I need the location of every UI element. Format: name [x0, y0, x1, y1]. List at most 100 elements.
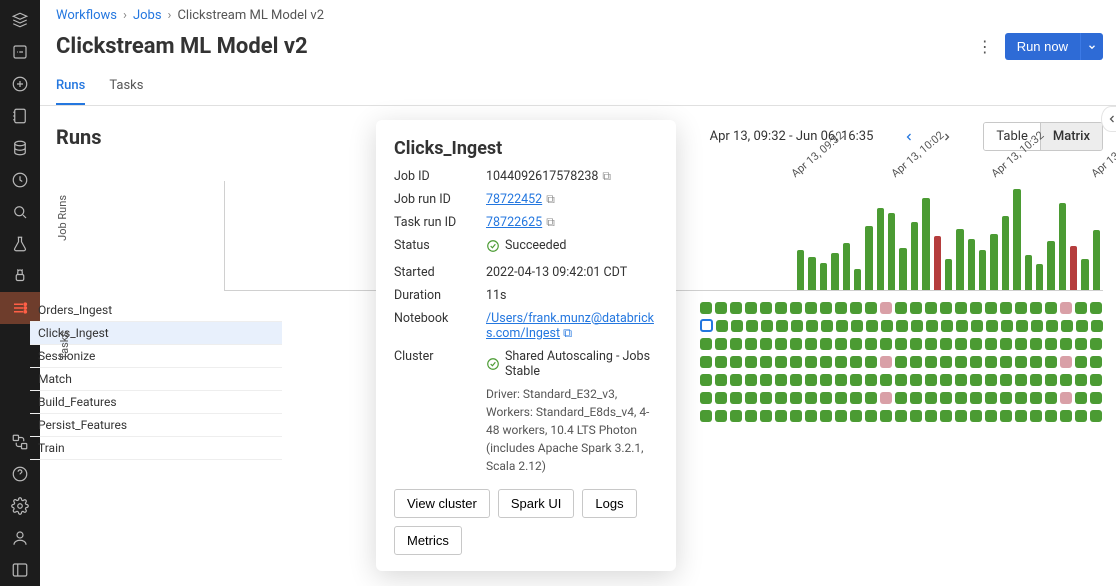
- view-cluster-button[interactable]: View cluster: [394, 489, 490, 518]
- matrix-cell[interactable]: [1016, 320, 1028, 332]
- run-bar[interactable]: [1070, 246, 1077, 290]
- copy-icon[interactable]: ⧉: [546, 192, 555, 206]
- matrix-cell[interactable]: [745, 302, 757, 314]
- matrix-cell[interactable]: [1060, 356, 1072, 368]
- run-bar[interactable]: [797, 250, 804, 290]
- matrix-cell[interactable]: [715, 374, 727, 386]
- run-bar[interactable]: [1025, 255, 1032, 290]
- help-icon[interactable]: [0, 458, 40, 490]
- matrix-cell[interactable]: [850, 374, 862, 386]
- matrix-cell[interactable]: [925, 392, 937, 404]
- run-now-button[interactable]: Run now: [1005, 33, 1080, 60]
- copy-icon[interactable]: ⧉: [546, 215, 555, 229]
- matrix-cell[interactable]: [1030, 338, 1042, 350]
- matrix-cell[interactable]: [1060, 392, 1072, 404]
- matrix-cell[interactable]: [895, 392, 907, 404]
- logo-icon[interactable]: [0, 4, 40, 36]
- matrix-cell[interactable]: [730, 302, 742, 314]
- matrix-cell[interactable]: [1000, 410, 1012, 422]
- matrix-cell[interactable]: [791, 320, 803, 332]
- matrix-cell[interactable]: [835, 392, 847, 404]
- matrix-cell[interactable]: [1075, 392, 1087, 404]
- copy-icon[interactable]: ⧉: [602, 169, 611, 183]
- matrix-cell[interactable]: [955, 410, 967, 422]
- matrix-cell[interactable]: [970, 374, 982, 386]
- run-bar[interactable]: [979, 250, 986, 290]
- run-bar[interactable]: [956, 229, 963, 290]
- matrix-cell[interactable]: [716, 320, 728, 332]
- matrix-cell[interactable]: [760, 410, 772, 422]
- matrix-cell[interactable]: [790, 356, 802, 368]
- search-icon[interactable]: [0, 196, 40, 228]
- matrix-cell[interactable]: [955, 374, 967, 386]
- matrix-cell[interactable]: [1031, 320, 1043, 332]
- matrix-cell[interactable]: [1090, 356, 1102, 368]
- matrix-cell[interactable]: [985, 356, 997, 368]
- matrix-cell[interactable]: [985, 392, 997, 404]
- matrix-cell[interactable]: [790, 302, 802, 314]
- matrix-cell[interactable]: [925, 338, 937, 350]
- run-bar[interactable]: [945, 259, 952, 290]
- tab-runs[interactable]: Runs: [56, 70, 85, 105]
- matrix-cell[interactable]: [940, 374, 952, 386]
- matrix-cell[interactable]: [1060, 338, 1072, 350]
- matrix-cell[interactable]: [955, 392, 967, 404]
- matrix-cell[interactable]: [895, 410, 907, 422]
- matrix-cell[interactable]: [775, 338, 787, 350]
- matrix-cell[interactable]: [985, 410, 997, 422]
- matrix-cell[interactable]: [925, 410, 937, 422]
- matrix-cell[interactable]: [775, 356, 787, 368]
- matrix-cell[interactable]: [775, 374, 787, 386]
- matrix-cell[interactable]: [940, 410, 952, 422]
- matrix-cell[interactable]: [881, 320, 893, 332]
- matrix-cell[interactable]: [926, 320, 938, 332]
- matrix-cell[interactable]: [730, 374, 742, 386]
- matrix-cell[interactable]: [1075, 356, 1087, 368]
- matrix-cell[interactable]: [715, 356, 727, 368]
- matrix-cell[interactable]: [1090, 302, 1102, 314]
- matrix-cell[interactable]: [1090, 374, 1102, 386]
- matrix-cell[interactable]: [866, 320, 878, 332]
- matrix-cell[interactable]: [880, 374, 892, 386]
- matrix-cell[interactable]: [1030, 410, 1042, 422]
- new-icon[interactable]: [0, 68, 40, 100]
- matrix-cell[interactable]: [1045, 410, 1057, 422]
- matrix-cell[interactable]: [940, 356, 952, 368]
- matrix-cell[interactable]: [700, 338, 712, 350]
- matrix-cell[interactable]: [956, 320, 968, 332]
- matrix-cell[interactable]: [880, 392, 892, 404]
- run-bar[interactable]: [1081, 259, 1088, 290]
- matrix-cell[interactable]: [955, 302, 967, 314]
- run-bar[interactable]: [899, 248, 906, 291]
- matrix-cell[interactable]: [880, 410, 892, 422]
- matrix-cell[interactable]: [806, 320, 818, 332]
- run-bar[interactable]: [1013, 189, 1020, 290]
- matrix-cell[interactable]: [1045, 356, 1057, 368]
- matrix-cell[interactable]: [1061, 320, 1073, 332]
- link-task-run-id[interactable]: 78722625: [486, 215, 542, 230]
- matrix-cell[interactable]: [865, 338, 877, 350]
- matrix-cell[interactable]: [700, 392, 712, 404]
- run-bar[interactable]: [854, 269, 861, 290]
- matrix-cell[interactable]: [1030, 302, 1042, 314]
- matrix-cell[interactable]: [715, 338, 727, 350]
- matrix-cell[interactable]: [730, 392, 742, 404]
- models-icon[interactable]: [0, 260, 40, 292]
- matrix-cell[interactable]: [1030, 392, 1042, 404]
- matrix-cell[interactable]: [761, 320, 773, 332]
- more-icon[interactable]: ⋮: [975, 37, 995, 56]
- matrix-cell[interactable]: [775, 392, 787, 404]
- matrix-cell[interactable]: [1090, 338, 1102, 350]
- run-bar[interactable]: [990, 234, 997, 290]
- tab-tasks[interactable]: Tasks: [109, 70, 143, 105]
- run-bar[interactable]: [888, 213, 895, 290]
- task-row[interactable]: Train: [30, 437, 282, 460]
- matrix-cell[interactable]: [745, 410, 757, 422]
- matrix-cell[interactable]: [1000, 392, 1012, 404]
- matrix-cell[interactable]: [985, 338, 997, 350]
- matrix-cell[interactable]: [1075, 338, 1087, 350]
- matrix-cell[interactable]: [1000, 356, 1012, 368]
- task-row[interactable]: Build_Features: [30, 391, 282, 414]
- matrix-cell[interactable]: [1075, 374, 1087, 386]
- matrix-cell[interactable]: [1015, 392, 1027, 404]
